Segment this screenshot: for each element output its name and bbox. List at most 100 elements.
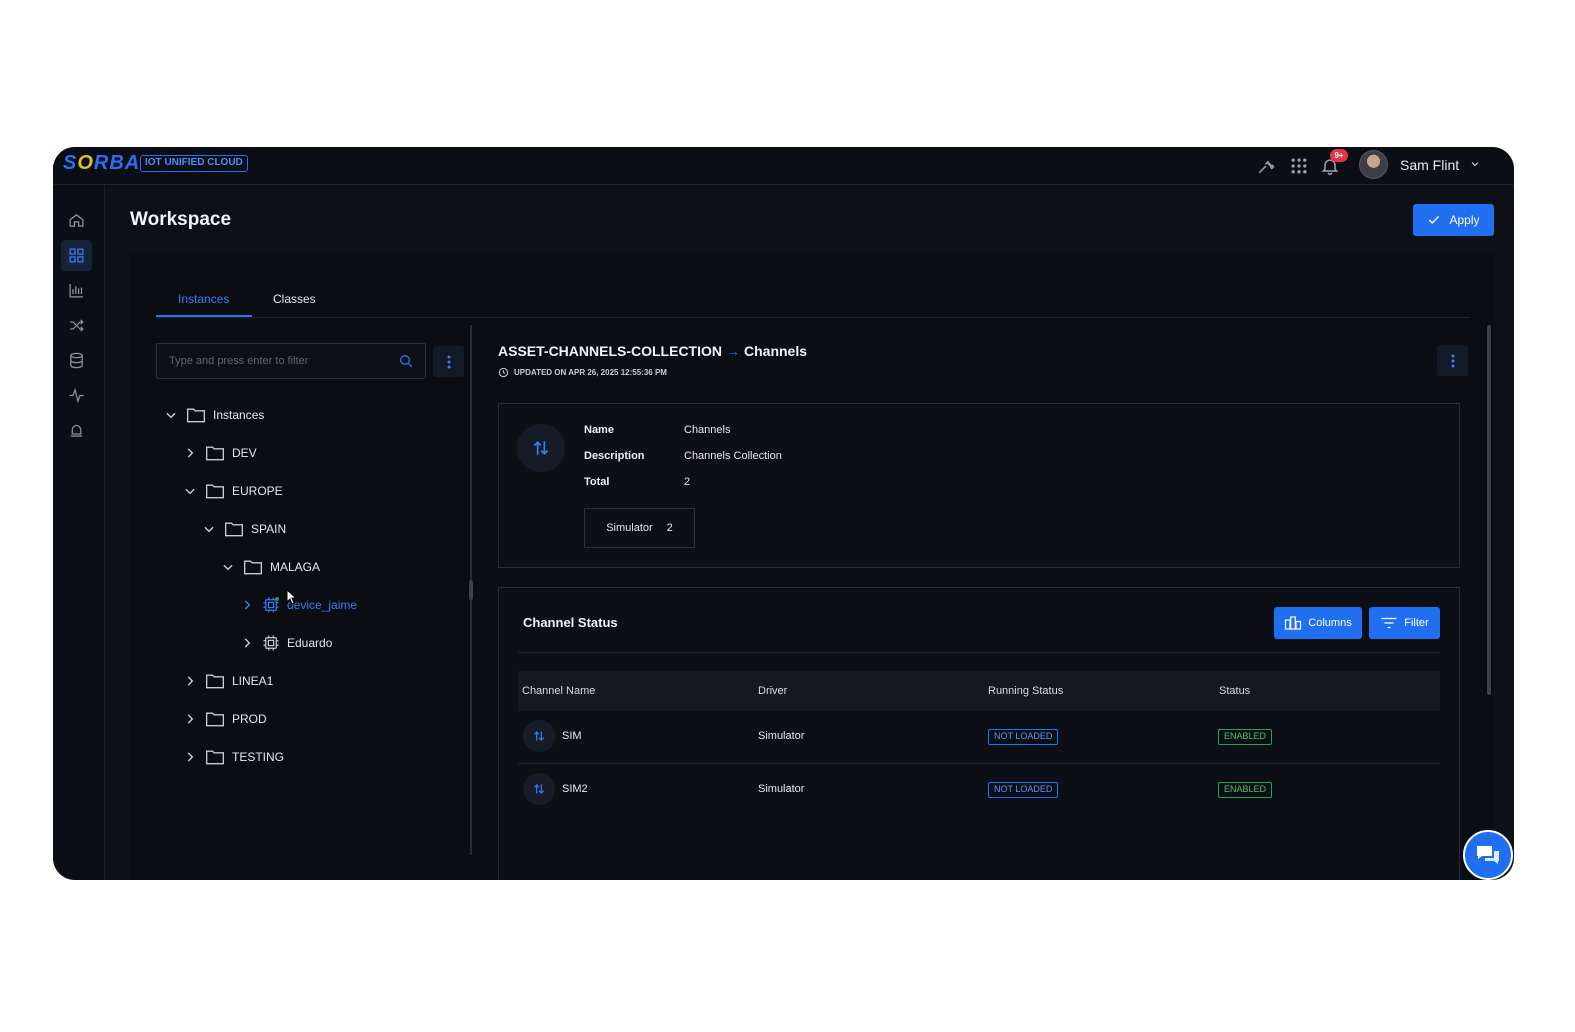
tree-node-prod[interactable]: PROD — [183, 708, 267, 730]
tree-node-linea1[interactable]: LINEA1 — [183, 670, 273, 692]
column-header-driver[interactable]: Driver — [758, 685, 787, 697]
folder-icon — [206, 674, 224, 689]
status-badge: ENABLED — [1218, 782, 1273, 798]
row-divider — [518, 763, 1440, 764]
tree-node-instances[interactable]: Instances — [164, 404, 264, 426]
tree-node-label: DEV — [232, 446, 257, 460]
description-label: Description — [584, 450, 645, 462]
avatar[interactable] — [1359, 150, 1388, 179]
chevron-right-icon[interactable] — [183, 446, 197, 460]
chevron-down-icon[interactable] — [1469, 157, 1481, 171]
asset-name: Channels — [744, 343, 808, 359]
tree-node-label: MALAGA — [270, 560, 321, 574]
folder-icon — [206, 712, 224, 727]
kebab-icon — [1451, 354, 1454, 367]
table-header — [518, 671, 1440, 711]
top-bar: SORBA IOT UNIFIED CLOUD 9+ Sam Flint — [53, 147, 1514, 185]
workspace-grid-icon[interactable] — [61, 240, 92, 271]
activity-pulse-icon[interactable] — [61, 380, 92, 411]
wrench-icon[interactable] — [1256, 156, 1276, 176]
driver-count-chip: Simulator 2 — [584, 508, 695, 548]
chevron-down-icon[interactable] — [221, 560, 235, 574]
chevron-right-icon[interactable] — [183, 674, 197, 688]
columns-icon — [1285, 616, 1302, 630]
total-label: Total — [584, 476, 610, 488]
tree-node-spain[interactable]: SPAIN — [202, 518, 286, 540]
chevron-down-icon[interactable] — [183, 484, 197, 498]
channel-transfer-icon — [523, 720, 555, 752]
chevron-down-icon[interactable] — [202, 522, 216, 536]
tree-node-malaga[interactable]: MALAGA — [221, 556, 320, 578]
tree-node-label: PROD — [232, 712, 267, 726]
left-nav — [53, 185, 105, 880]
filter-lines-icon — [1381, 617, 1397, 629]
folder-icon — [206, 750, 224, 765]
chevron-right-icon[interactable] — [183, 750, 197, 764]
asset-more-menu-button[interactable] — [1437, 345, 1468, 376]
driver-cell: Simulator — [758, 730, 805, 742]
apply-button[interactable]: Apply — [1413, 204, 1494, 236]
tree-node-label: LINEA1 — [232, 674, 274, 688]
channel-name-cell[interactable]: SIM — [562, 730, 582, 742]
apps-grid-icon[interactable] — [1289, 156, 1309, 176]
check-icon — [1429, 216, 1440, 224]
mouse-cursor-icon — [286, 589, 298, 605]
chat-icon — [1477, 846, 1499, 864]
chevron-right-icon[interactable] — [183, 712, 197, 726]
column-header-running-status[interactable]: Running Status — [988, 685, 1063, 697]
database-icon[interactable] — [61, 345, 92, 376]
tree-node-label: EUROPE — [232, 484, 283, 498]
filter-button[interactable]: Filter — [1369, 607, 1440, 639]
channel-name-cell[interactable]: SIM2 — [562, 783, 588, 795]
chat-support-button[interactable] — [1463, 830, 1513, 880]
splitter-handle[interactable] — [469, 580, 473, 600]
column-header-status[interactable]: Status — [1219, 685, 1250, 697]
analytics-chart-icon[interactable] — [61, 275, 92, 306]
home-icon[interactable] — [61, 205, 92, 236]
tree-filter-input[interactable] — [156, 343, 426, 379]
status-badge: ENABLED — [1218, 729, 1273, 745]
content-scrollbar[interactable] — [1487, 325, 1491, 695]
chevron-down-icon[interactable] — [164, 408, 178, 422]
clock-icon — [498, 367, 509, 378]
alarm-bell-icon[interactable] — [61, 415, 92, 446]
chevron-right-icon[interactable] — [240, 636, 254, 650]
arrow-right-icon: → — [726, 343, 740, 359]
tree-node-dev[interactable]: DEV — [183, 442, 257, 464]
tab-classes[interactable]: Classes — [273, 292, 316, 306]
sorba-logo[interactable]: SORBA — [63, 152, 140, 175]
tree-node-device-jaime[interactable]: device_jaime — [240, 594, 357, 616]
folder-icon — [187, 408, 205, 423]
iot-unified-cloud-badge: IOT UNIFIED CLOUD — [140, 155, 248, 172]
folder-icon — [225, 522, 243, 537]
tree-node-eduardo[interactable]: Eduardo — [240, 632, 332, 654]
notification-count-badge: 9+ — [1330, 149, 1348, 162]
filter-button-label: Filter — [1404, 617, 1429, 629]
search-icon[interactable] — [398, 353, 414, 369]
asset-breadcrumb: ASSET-CHANNELS-COLLECTION → Channels — [498, 343, 807, 359]
running-status-badge: NOT LOADED — [988, 729, 1059, 745]
tree-more-menu-button[interactable] — [433, 346, 464, 377]
app-window: SORBA IOT UNIFIED CLOUD 9+ Sam Flint Wor… — [53, 147, 1514, 880]
column-header-channel-name[interactable]: Channel Name — [522, 685, 595, 697]
shuffle-icon[interactable] — [61, 310, 92, 341]
tree-node-label: TESTING — [232, 750, 285, 764]
folder-icon — [206, 446, 224, 461]
columns-button[interactable]: Columns — [1274, 607, 1362, 639]
tab-instances[interactable]: Instances — [178, 292, 229, 306]
tree-node-europe[interactable]: EUROPE — [183, 480, 283, 502]
channel-transfer-icon — [523, 773, 555, 805]
user-name[interactable]: Sam Flint — [1400, 157, 1459, 173]
folder-icon — [244, 560, 262, 575]
tree-node-label: Instances — [213, 408, 265, 422]
folder-icon — [206, 484, 224, 499]
tree-node-testing[interactable]: TESTING — [183, 746, 284, 768]
driver-cell: Simulator — [758, 783, 805, 795]
updated-text: UPDATED ON APR 26, 2025 12:55:36 PM — [514, 368, 667, 377]
device-chip-icon — [263, 635, 279, 651]
apply-button-label: Apply — [1449, 213, 1480, 227]
tabs-divider — [156, 317, 1470, 318]
description-value: Channels Collection — [684, 450, 782, 462]
chevron-right-icon[interactable] — [240, 598, 254, 612]
tree-node-label: Eduardo — [287, 636, 333, 650]
